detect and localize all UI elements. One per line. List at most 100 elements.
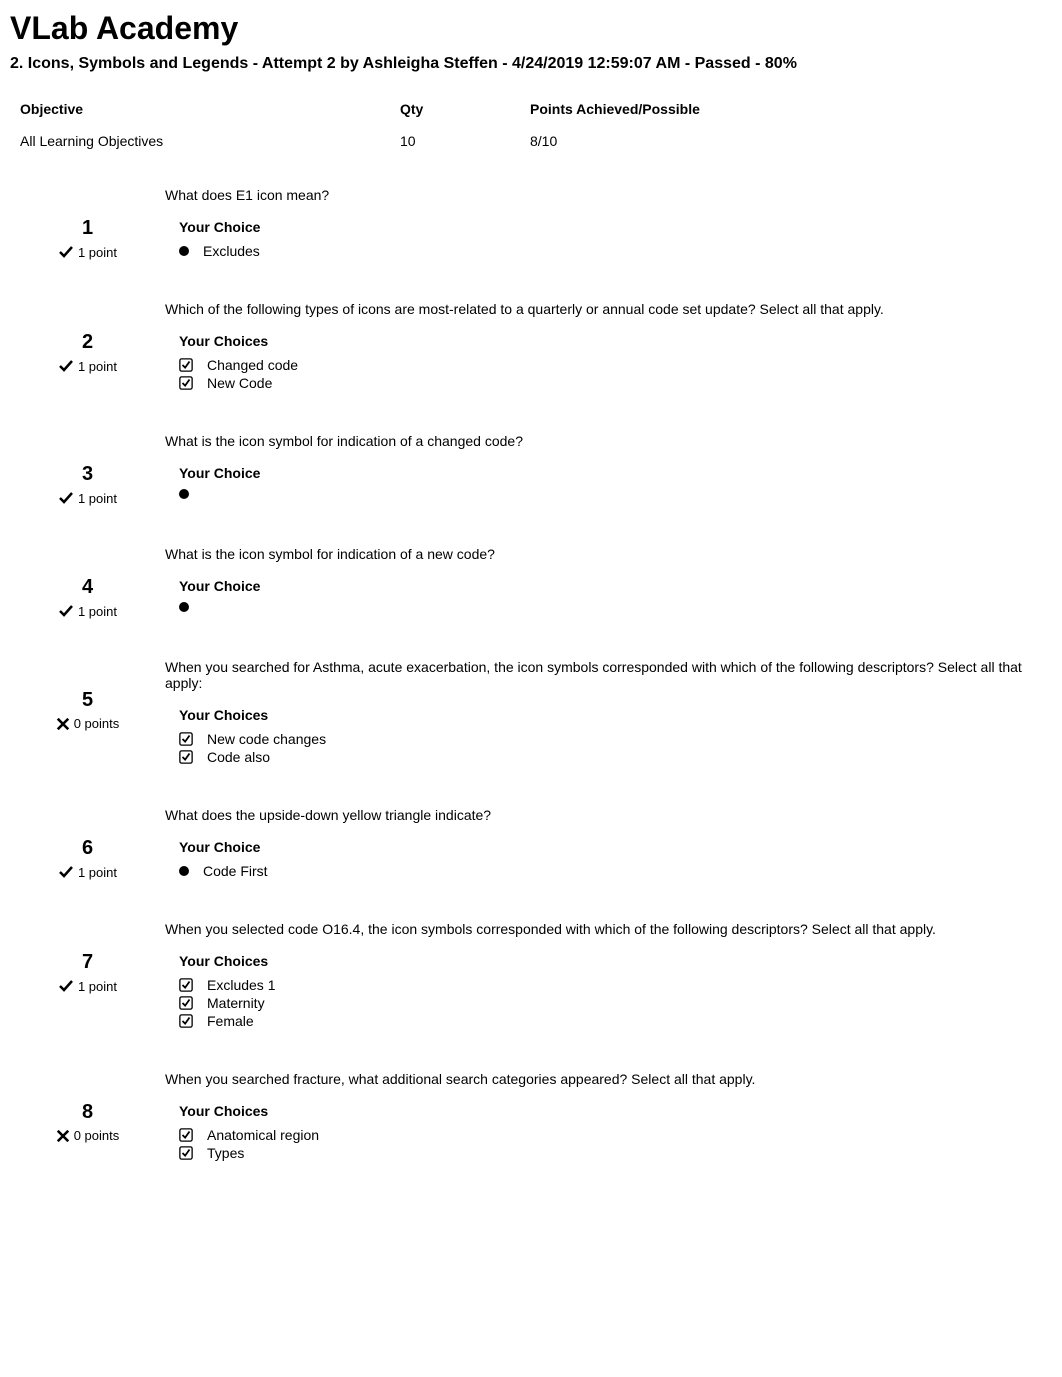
choice-label: Your Choices: [165, 707, 1052, 723]
question-points: 1 point: [10, 358, 165, 374]
choice-label: Your Choices: [165, 1103, 1052, 1119]
checkbox-checked-icon: [179, 978, 193, 992]
choice-label: Your Choices: [165, 953, 1052, 969]
choice-label: Your Choice: [165, 578, 1052, 594]
question-block: 3 1 point What is the icon symbol for in…: [10, 433, 1052, 506]
choice-label: Your Choice: [165, 465, 1052, 481]
question-right: What is the icon symbol for indication o…: [165, 546, 1052, 619]
checkbox-checked-icon: [179, 1128, 193, 1142]
quiz-subtitle: 2. Icons, Symbols and Legends - Attempt …: [10, 55, 1052, 73]
question-text: When you selected code O16.4, the icon s…: [165, 921, 1052, 937]
radio-bullet-icon: [179, 866, 189, 876]
question-points: 1 point: [10, 490, 165, 506]
choice-label: Your Choice: [165, 839, 1052, 855]
question-points: 1 point: [10, 864, 165, 880]
question-block: 1 1 point What does E1 icon mean? Your C…: [10, 187, 1052, 261]
question-right: When you searched for Asthma, acute exac…: [165, 659, 1052, 767]
choice-item: Maternity: [165, 995, 1052, 1011]
question-right: What is the icon symbol for indication o…: [165, 433, 1052, 506]
check-icon: [58, 978, 74, 994]
checkbox-checked-icon: [179, 750, 193, 764]
question-right: Which of the following types of icons ar…: [165, 301, 1052, 393]
points-text: 0 points: [74, 716, 120, 731]
choice-text: New code changes: [207, 731, 326, 747]
question-left: 8 0 points: [10, 1071, 165, 1163]
points-text: 1 point: [78, 359, 117, 374]
choice-item: Excludes 1: [165, 977, 1052, 993]
question-text: What is the icon symbol for indication o…: [165, 546, 1052, 562]
question-points: 1 point: [10, 603, 165, 619]
question-number: 5: [10, 689, 165, 712]
header-points: Points Achieved/Possible: [530, 101, 1052, 117]
choice-item: Female: [165, 1013, 1052, 1029]
choice-text: New Code: [207, 375, 272, 391]
choice-item: Code also: [165, 749, 1052, 765]
check-icon: [58, 864, 74, 880]
radio-bullet-icon: [179, 246, 189, 256]
choice-item: Excludes: [165, 243, 1052, 259]
question-left: 5 0 points: [10, 659, 165, 767]
choice-item: Anatomical region: [165, 1127, 1052, 1143]
question-left: 2 1 point: [10, 301, 165, 393]
checkbox-checked-icon: [179, 376, 193, 390]
choice-item: [165, 489, 1052, 499]
choice-text: Excludes 1: [207, 977, 275, 993]
row-points: 8/10: [530, 133, 1052, 149]
question-text: Which of the following types of icons ar…: [165, 301, 1052, 317]
question-text: What does the upside-down yellow triangl…: [165, 807, 1052, 823]
row-qty: 10: [400, 133, 530, 149]
check-icon: [58, 358, 74, 374]
points-text: 1 point: [78, 245, 117, 260]
header-qty: Qty: [400, 101, 530, 117]
question-block: 7 1 point When you selected code O16.4, …: [10, 921, 1052, 1031]
objectives-row: All Learning Objectives 10 8/10: [10, 125, 1052, 157]
choice-label: Your Choices: [165, 333, 1052, 349]
question-left: 6 1 point: [10, 807, 165, 881]
question-left: 7 1 point: [10, 921, 165, 1031]
question-right: What does the upside-down yellow triangl…: [165, 807, 1052, 881]
checkbox-checked-icon: [179, 996, 193, 1010]
question-text: When you searched for Asthma, acute exac…: [165, 659, 1052, 691]
check-icon: [58, 490, 74, 506]
question-right: When you searched fracture, what additio…: [165, 1071, 1052, 1163]
question-text: What is the icon symbol for indication o…: [165, 433, 1052, 449]
question-number: 4: [10, 576, 165, 599]
question-number: 2: [10, 331, 165, 354]
question-right: What does E1 icon mean? Your Choice Excl…: [165, 187, 1052, 261]
choice-item: [165, 602, 1052, 612]
question-number: 8: [10, 1101, 165, 1124]
choice-text: Anatomical region: [207, 1127, 319, 1143]
points-text: 1 point: [78, 604, 117, 619]
question-number: 7: [10, 951, 165, 974]
question-block: 6 1 point What does the upside-down yell…: [10, 807, 1052, 881]
header-objective: Objective: [10, 101, 400, 117]
page-title: VLab Academy: [10, 10, 1052, 47]
choice-text: Excludes: [203, 243, 260, 259]
checkbox-checked-icon: [179, 732, 193, 746]
question-points: 0 points: [10, 1128, 165, 1143]
x-icon: [56, 717, 70, 731]
choice-item: New Code: [165, 375, 1052, 391]
question-block: 4 1 point What is the icon symbol for in…: [10, 546, 1052, 619]
question-points: 0 points: [10, 716, 165, 731]
question-block: 8 0 points When you searched fracture, w…: [10, 1071, 1052, 1163]
choice-text: Changed code: [207, 357, 298, 373]
choice-text: Female: [207, 1013, 254, 1029]
question-left: 4 1 point: [10, 546, 165, 619]
question-block: 5 0 points When you searched for Asthma,…: [10, 659, 1052, 767]
question-points: 1 point: [10, 978, 165, 994]
choice-text: Types: [207, 1145, 244, 1161]
points-text: 0 points: [74, 1128, 120, 1143]
points-text: 1 point: [78, 491, 117, 506]
choice-item: New code changes: [165, 731, 1052, 747]
question-left: 3 1 point: [10, 433, 165, 506]
question-number: 6: [10, 837, 165, 860]
points-text: 1 point: [78, 865, 117, 880]
choice-label: Your Choice: [165, 219, 1052, 235]
check-icon: [58, 603, 74, 619]
choice-item: Types: [165, 1145, 1052, 1161]
row-objective: All Learning Objectives: [10, 133, 400, 149]
question-left: 1 1 point: [10, 187, 165, 261]
checkbox-checked-icon: [179, 358, 193, 372]
check-icon: [58, 244, 74, 260]
